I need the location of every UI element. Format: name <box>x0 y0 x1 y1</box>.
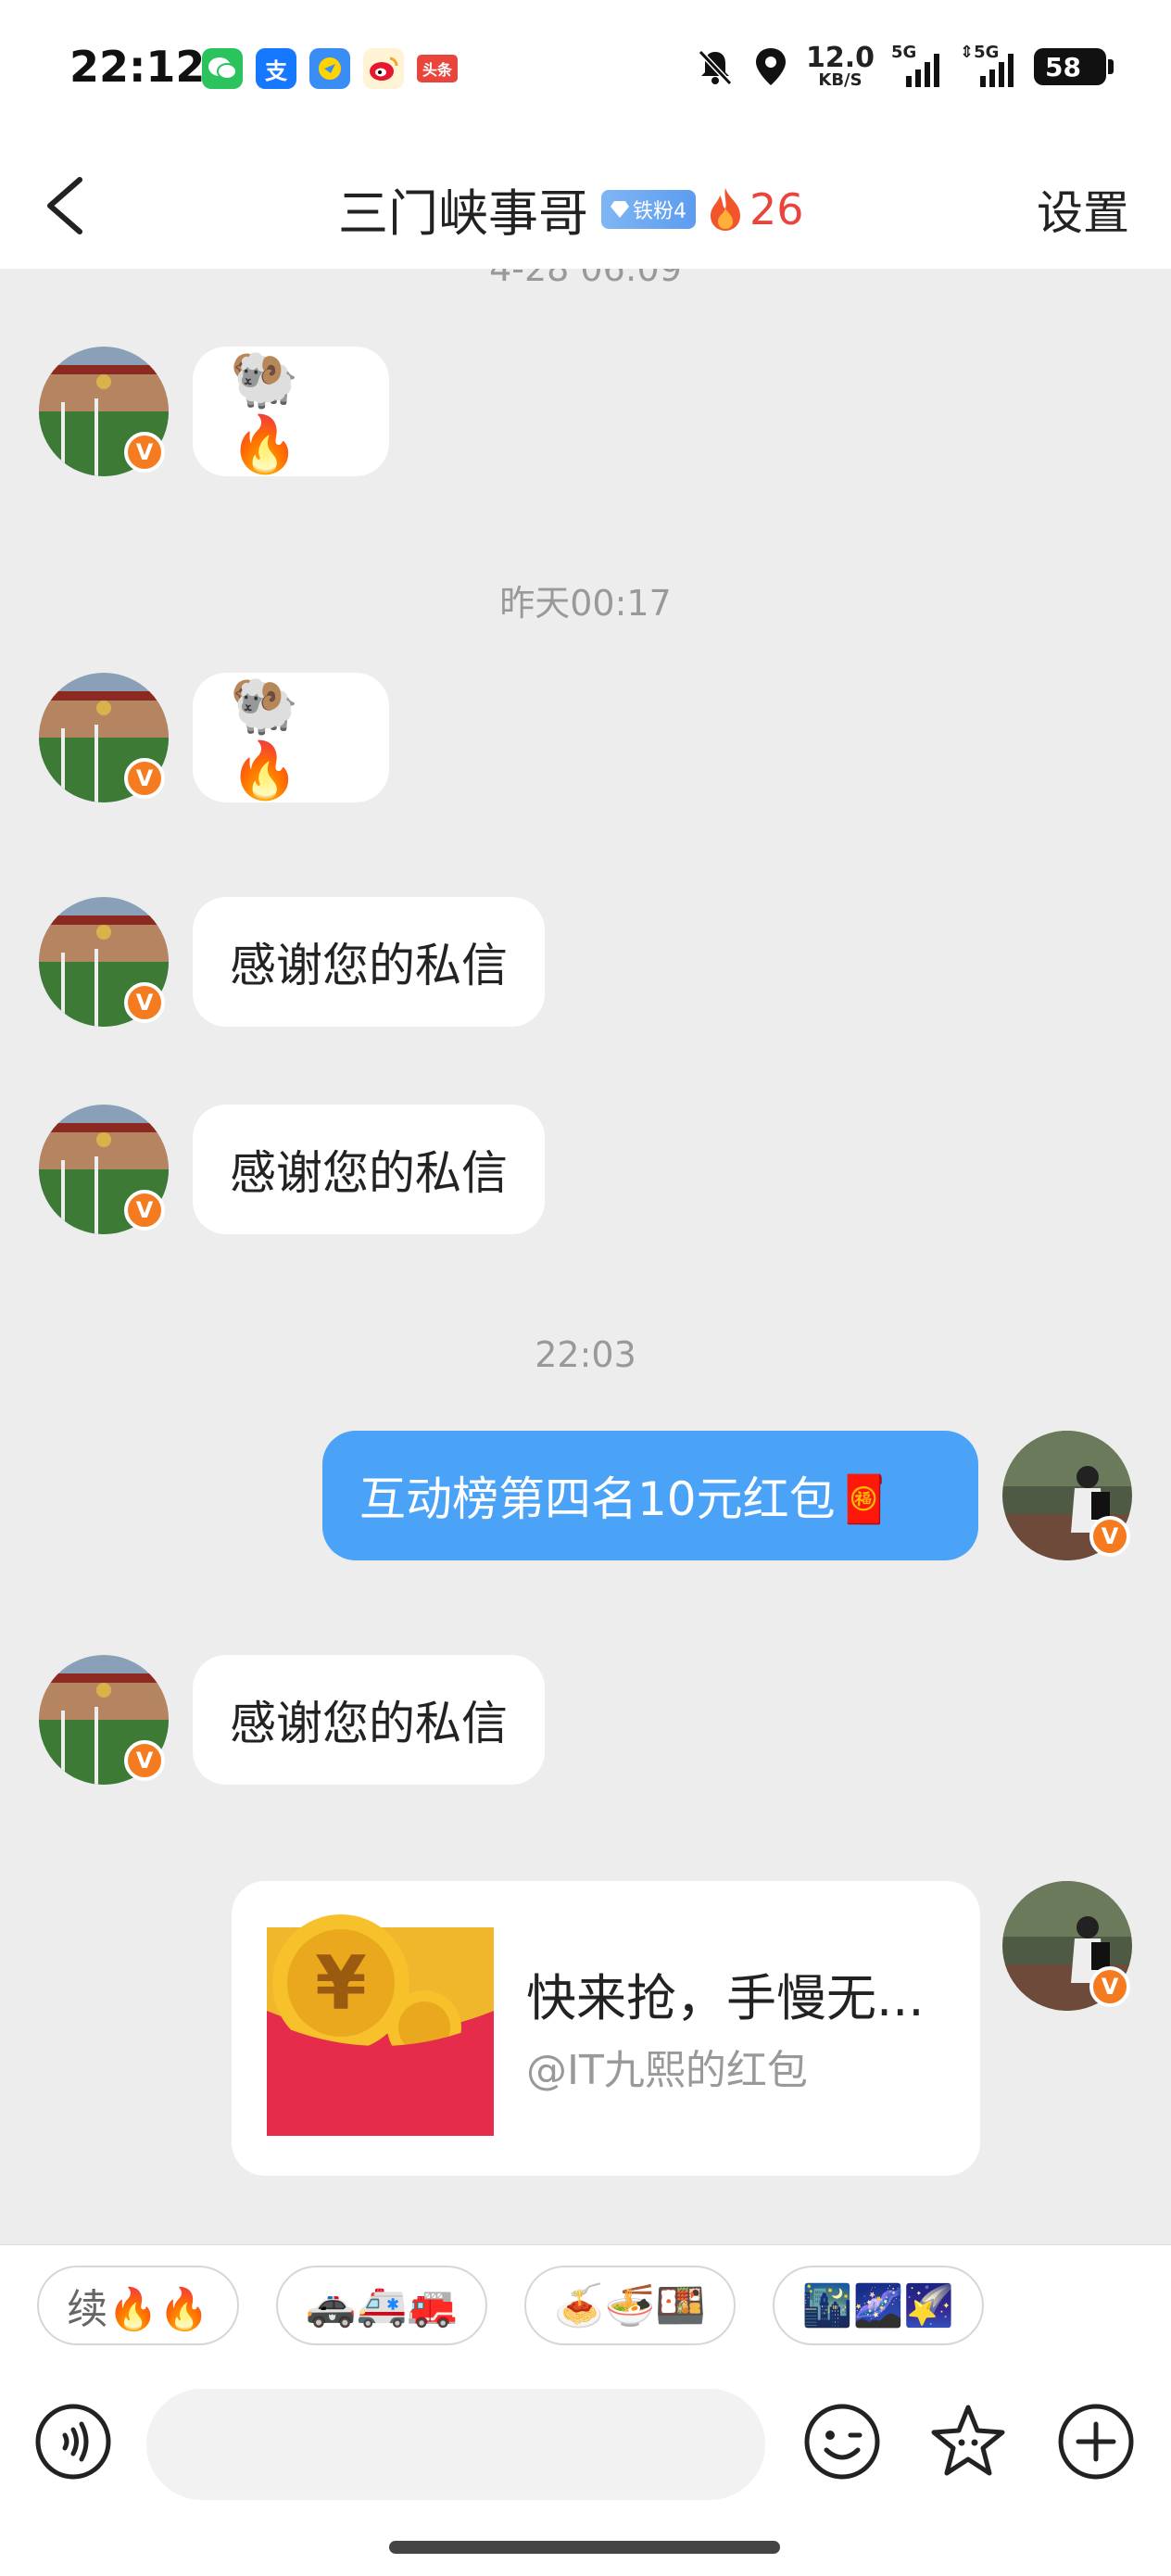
message-bubble[interactable]: 感谢您的私信 <box>193 1655 545 1785</box>
message-bubble-sent[interactable]: 互动榜第四名10元红包🧧 <box>322 1431 978 1560</box>
weibo-icon <box>363 48 404 89</box>
message-list[interactable]: 4-28 06:09 V 🐏🔥 昨天00:17 V 🐏🔥 V 感谢您的私信 V … <box>0 269 1171 2244</box>
back-button[interactable] <box>37 167 111 241</box>
verified-badge-icon: V <box>124 758 165 799</box>
status-app-icons: 支 头条 <box>202 48 458 89</box>
chat-title-group[interactable]: 三门峡事哥 铁粉4 26 <box>338 172 804 246</box>
chat-title: 三门峡事哥 <box>338 184 588 243</box>
battery-icon: 58 <box>1034 48 1114 85</box>
verified-badge-icon: V <box>1089 1516 1130 1557</box>
red-packet-card[interactable]: ¥ 快来抢，手慢无... @IT九熙的红包 <box>232 1881 980 2176</box>
diamond-icon <box>611 200 629 218</box>
message-bubble[interactable]: 🐏🔥 <box>193 347 389 477</box>
sticker-star-icon[interactable] <box>928 2402 1008 2481</box>
verified-badge-icon: V <box>124 432 165 473</box>
voice-input-icon[interactable] <box>33 2402 113 2481</box>
mute-bell-icon <box>698 49 733 86</box>
location-icon <box>755 48 786 85</box>
input-bar <box>0 2368 1171 2517</box>
fire-icon <box>711 187 740 231</box>
verified-badge-icon: V <box>124 982 165 1023</box>
toutiao-icon: 头条 <box>417 55 458 82</box>
quick-reply-chip[interactable]: 🍝🍜🍱 <box>524 2266 736 2345</box>
emoji-icon[interactable] <box>802 2402 882 2481</box>
timestamp: 22:03 <box>535 1334 636 1375</box>
quick-reply-chip[interactable]: 续🔥🔥 <box>37 2266 239 2345</box>
net-speed: 12.0 KB/S <box>805 42 875 90</box>
timestamp: 昨天00:17 <box>499 583 672 624</box>
plus-icon[interactable] <box>1056 2402 1136 2481</box>
dingtalk-icon <box>309 48 350 89</box>
verified-badge-icon: V <box>1089 1966 1130 2007</box>
wechat-icon <box>202 48 243 89</box>
message-input[interactable] <box>146 2389 765 2500</box>
home-indicator[interactable] <box>389 2541 780 2554</box>
verified-badge-icon: V <box>124 1190 165 1231</box>
quick-reply-bar: 续🔥🔥 🚓🚑🚒 🍝🍜🍱 🌃🌌🌠 <box>0 2244 1171 2368</box>
quick-reply-chip[interactable]: 🌃🌌🌠 <box>773 2266 984 2345</box>
timestamp: 4-28 06:09 <box>489 269 682 289</box>
quick-reply-chip[interactable]: 🚓🚑🚒 <box>276 2266 487 2345</box>
red-packet-title: 快来抢，手慢无... <box>526 1969 925 2027</box>
status-bar: 22:12 支 头条 12.0 KB/S 5G ⇕5G 58 <box>0 0 1171 139</box>
settings-button[interactable]: 设置 <box>1037 176 1129 243</box>
chevron-left-icon <box>47 177 82 234</box>
status-indicators: 12.0 KB/S 5G ⇕5G 58 <box>695 42 1114 90</box>
intimacy-fire: 26 <box>707 184 804 234</box>
svg-text:¥: ¥ <box>315 1940 367 2027</box>
alipay-icon: 支 <box>256 48 296 89</box>
red-packet-sender: @IT九熙的红包 <box>526 2047 808 2094</box>
fan-level-badge: 铁粉4 <box>601 189 696 229</box>
status-time: 22:12 <box>69 42 206 92</box>
message-bubble[interactable]: 🐏🔥 <box>193 673 389 803</box>
message-bubble[interactable]: 感谢您的私信 <box>193 1105 545 1234</box>
red-packet-icon: ¥ <box>267 1914 494 2136</box>
message-bubble[interactable]: 感谢您的私信 <box>193 897 545 1027</box>
chat-header: 三门峡事哥 铁粉4 26 设置 <box>0 139 1171 269</box>
signal-5g-data-icon: ⇕5G <box>960 43 1017 87</box>
signal-5g-icon: 5G <box>891 43 943 87</box>
verified-badge-icon: V <box>124 1740 165 1781</box>
